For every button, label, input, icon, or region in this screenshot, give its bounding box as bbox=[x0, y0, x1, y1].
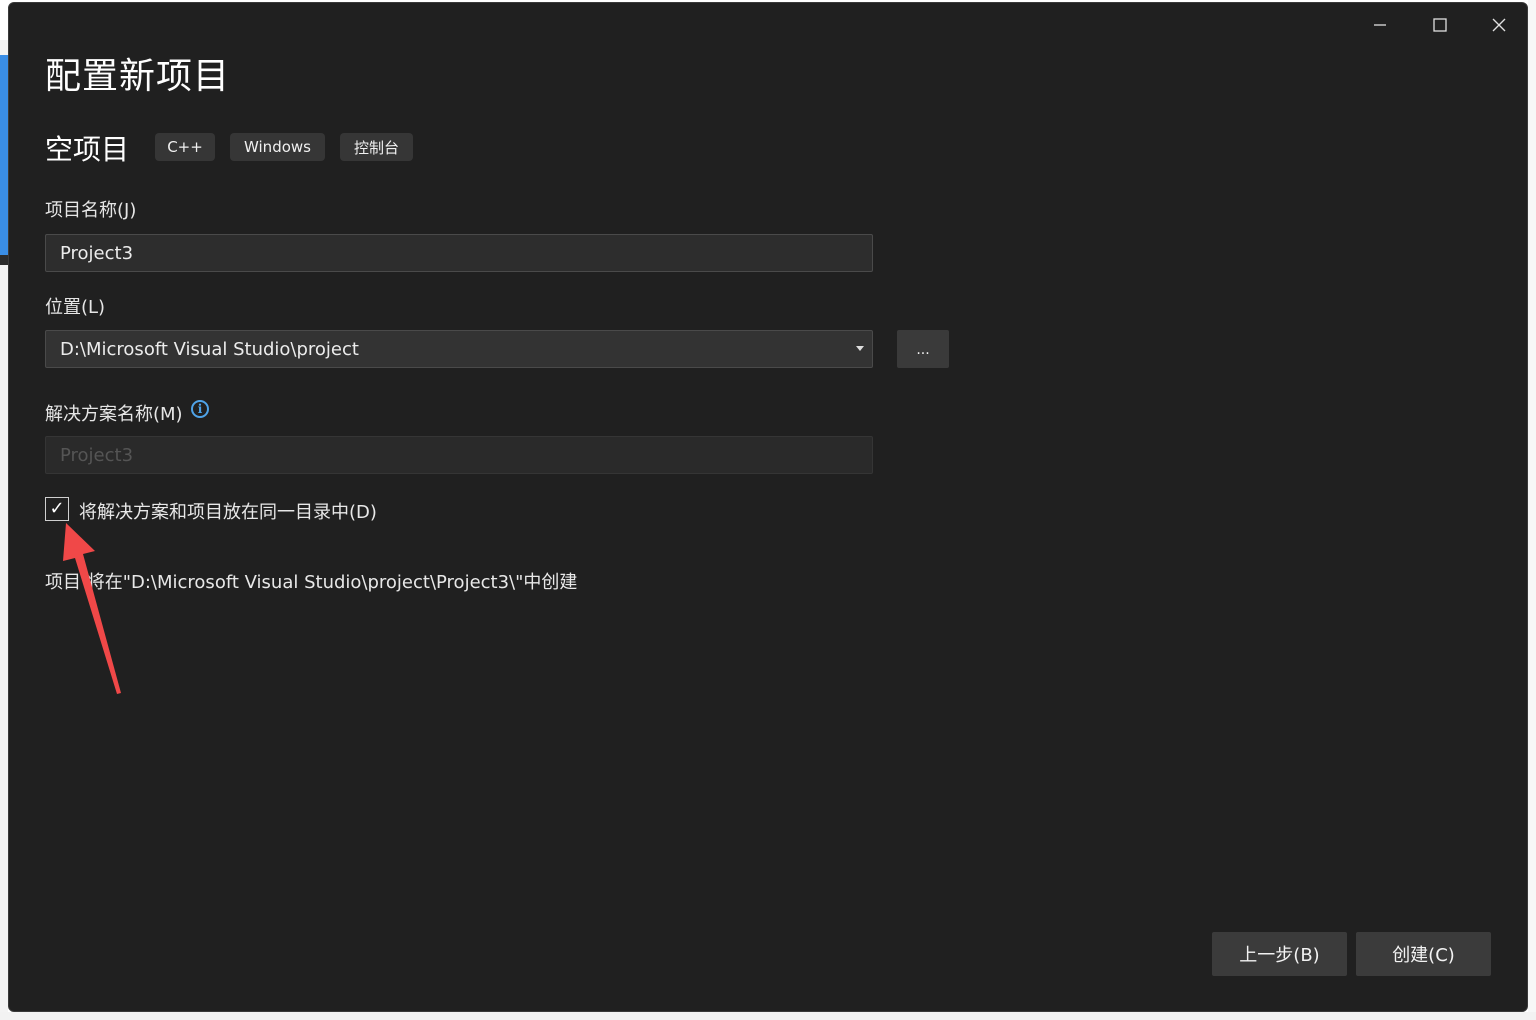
same-directory-checkbox[interactable]: ✓ bbox=[45, 497, 69, 521]
desktop-background-bottom bbox=[0, 1012, 1536, 1020]
maximize-button[interactable] bbox=[1417, 9, 1463, 41]
same-directory-label[interactable]: 将解决方案和项目放在同一目录中(D) bbox=[79, 498, 377, 524]
create-button[interactable]: 创建(C) bbox=[1356, 932, 1491, 976]
template-name: 空项目 bbox=[45, 133, 130, 166]
configure-project-dialog: 配置新项目 空项目 C++ Windows 控制台 项目名称(J) Projec… bbox=[8, 2, 1528, 1012]
minimize-button[interactable] bbox=[1357, 9, 1403, 41]
project-name-value: Project3 bbox=[60, 242, 134, 264]
info-icon[interactable]: i bbox=[191, 400, 209, 418]
tag-cpp: C++ bbox=[155, 133, 215, 161]
location-combobox[interactable]: D:\Microsoft Visual Studio\project bbox=[45, 330, 873, 368]
solution-name-input: Project3 bbox=[45, 436, 873, 474]
location-value: D:\Microsoft Visual Studio\project bbox=[60, 338, 359, 360]
tag-console: 控制台 bbox=[340, 133, 413, 161]
location-label: 位置(L) bbox=[45, 297, 106, 318]
project-name-input[interactable]: Project3 bbox=[45, 234, 873, 272]
solution-name-label: 解决方案名称(M) bbox=[45, 404, 183, 425]
desktop-strip-dark bbox=[0, 255, 8, 265]
back-button[interactable]: 上一步(B) bbox=[1212, 932, 1347, 976]
tag-windows: Windows bbox=[230, 133, 325, 161]
close-icon bbox=[1492, 18, 1506, 32]
project-path-note: 项目 将在"D:\Microsoft Visual Studio\project… bbox=[45, 572, 578, 593]
minimize-icon bbox=[1374, 24, 1386, 26]
browse-button[interactable]: ... bbox=[897, 330, 949, 368]
chevron-down-icon[interactable] bbox=[856, 346, 864, 351]
desktop-strip-top bbox=[0, 0, 8, 40]
desktop-background-right bbox=[1528, 0, 1536, 1020]
maximize-icon bbox=[1433, 18, 1447, 32]
desktop-strip-blue bbox=[0, 55, 8, 255]
checkmark-icon: ✓ bbox=[49, 498, 65, 519]
page-title: 配置新项目 bbox=[45, 56, 231, 97]
desktop-background-left bbox=[0, 0, 8, 1020]
close-button[interactable] bbox=[1476, 9, 1522, 41]
project-name-label: 项目名称(J) bbox=[45, 200, 137, 221]
solution-name-value: Project3 bbox=[60, 444, 134, 466]
